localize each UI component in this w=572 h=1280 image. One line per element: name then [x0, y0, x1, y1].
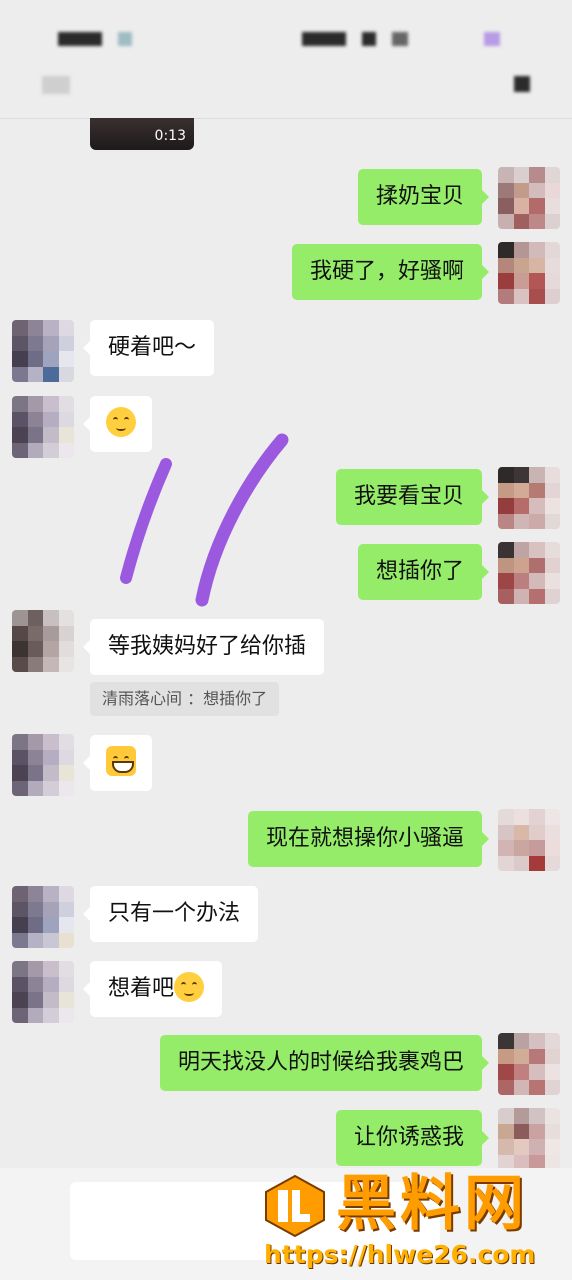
message-bubble-outgoing[interactable]: 想插你了: [357, 544, 490, 600]
message-bubble-outgoing[interactable]: 我要看宝贝: [335, 469, 490, 525]
message-bubble-incoming[interactable]: [83, 735, 152, 791]
message-bubble-outgoing[interactable]: 现在就想操你小骚逼: [247, 811, 490, 867]
quoted-reply[interactable]: 清雨落心间 ：想插你了: [90, 682, 280, 716]
message-bubble-outgoing[interactable]: 让你诱惑我: [335, 1110, 490, 1166]
message-bubble-incoming[interactable]: 等我姨妈好了给你插: [82, 619, 325, 675]
blushing-smile-emoji: [174, 972, 205, 1002]
message-text: 想着吧: [108, 976, 175, 1001]
message-bubble-incoming[interactable]: 只有一个办法: [82, 886, 259, 942]
avatar-self[interactable]: [498, 809, 560, 871]
avatar-self[interactable]: [498, 467, 560, 529]
watermark-logo-icon: [265, 1174, 325, 1238]
message-bubble-outgoing[interactable]: 明天找没人的时候给我裹鸡巴: [159, 1035, 490, 1091]
grinning-emoji: [106, 746, 136, 776]
purple-marker-strokes: [120, 433, 289, 607]
avatar-contact[interactable]: [12, 886, 74, 948]
watermark-title: 黑料网: [336, 1169, 528, 1239]
avatar-self[interactable]: [498, 542, 560, 604]
avatar-contact[interactable]: [12, 734, 74, 796]
avatar-contact[interactable]: [12, 961, 74, 1023]
message-bubble-incoming[interactable]: 想着吧: [82, 961, 223, 1017]
watermark-url: https://hlwe26.com: [264, 1240, 536, 1269]
avatar-contact[interactable]: [12, 610, 74, 672]
watermark: 黑料网 https://hlwe26.com: [262, 1168, 568, 1276]
avatar-self[interactable]: [498, 1108, 560, 1170]
avatar-self[interactable]: [498, 1033, 560, 1095]
